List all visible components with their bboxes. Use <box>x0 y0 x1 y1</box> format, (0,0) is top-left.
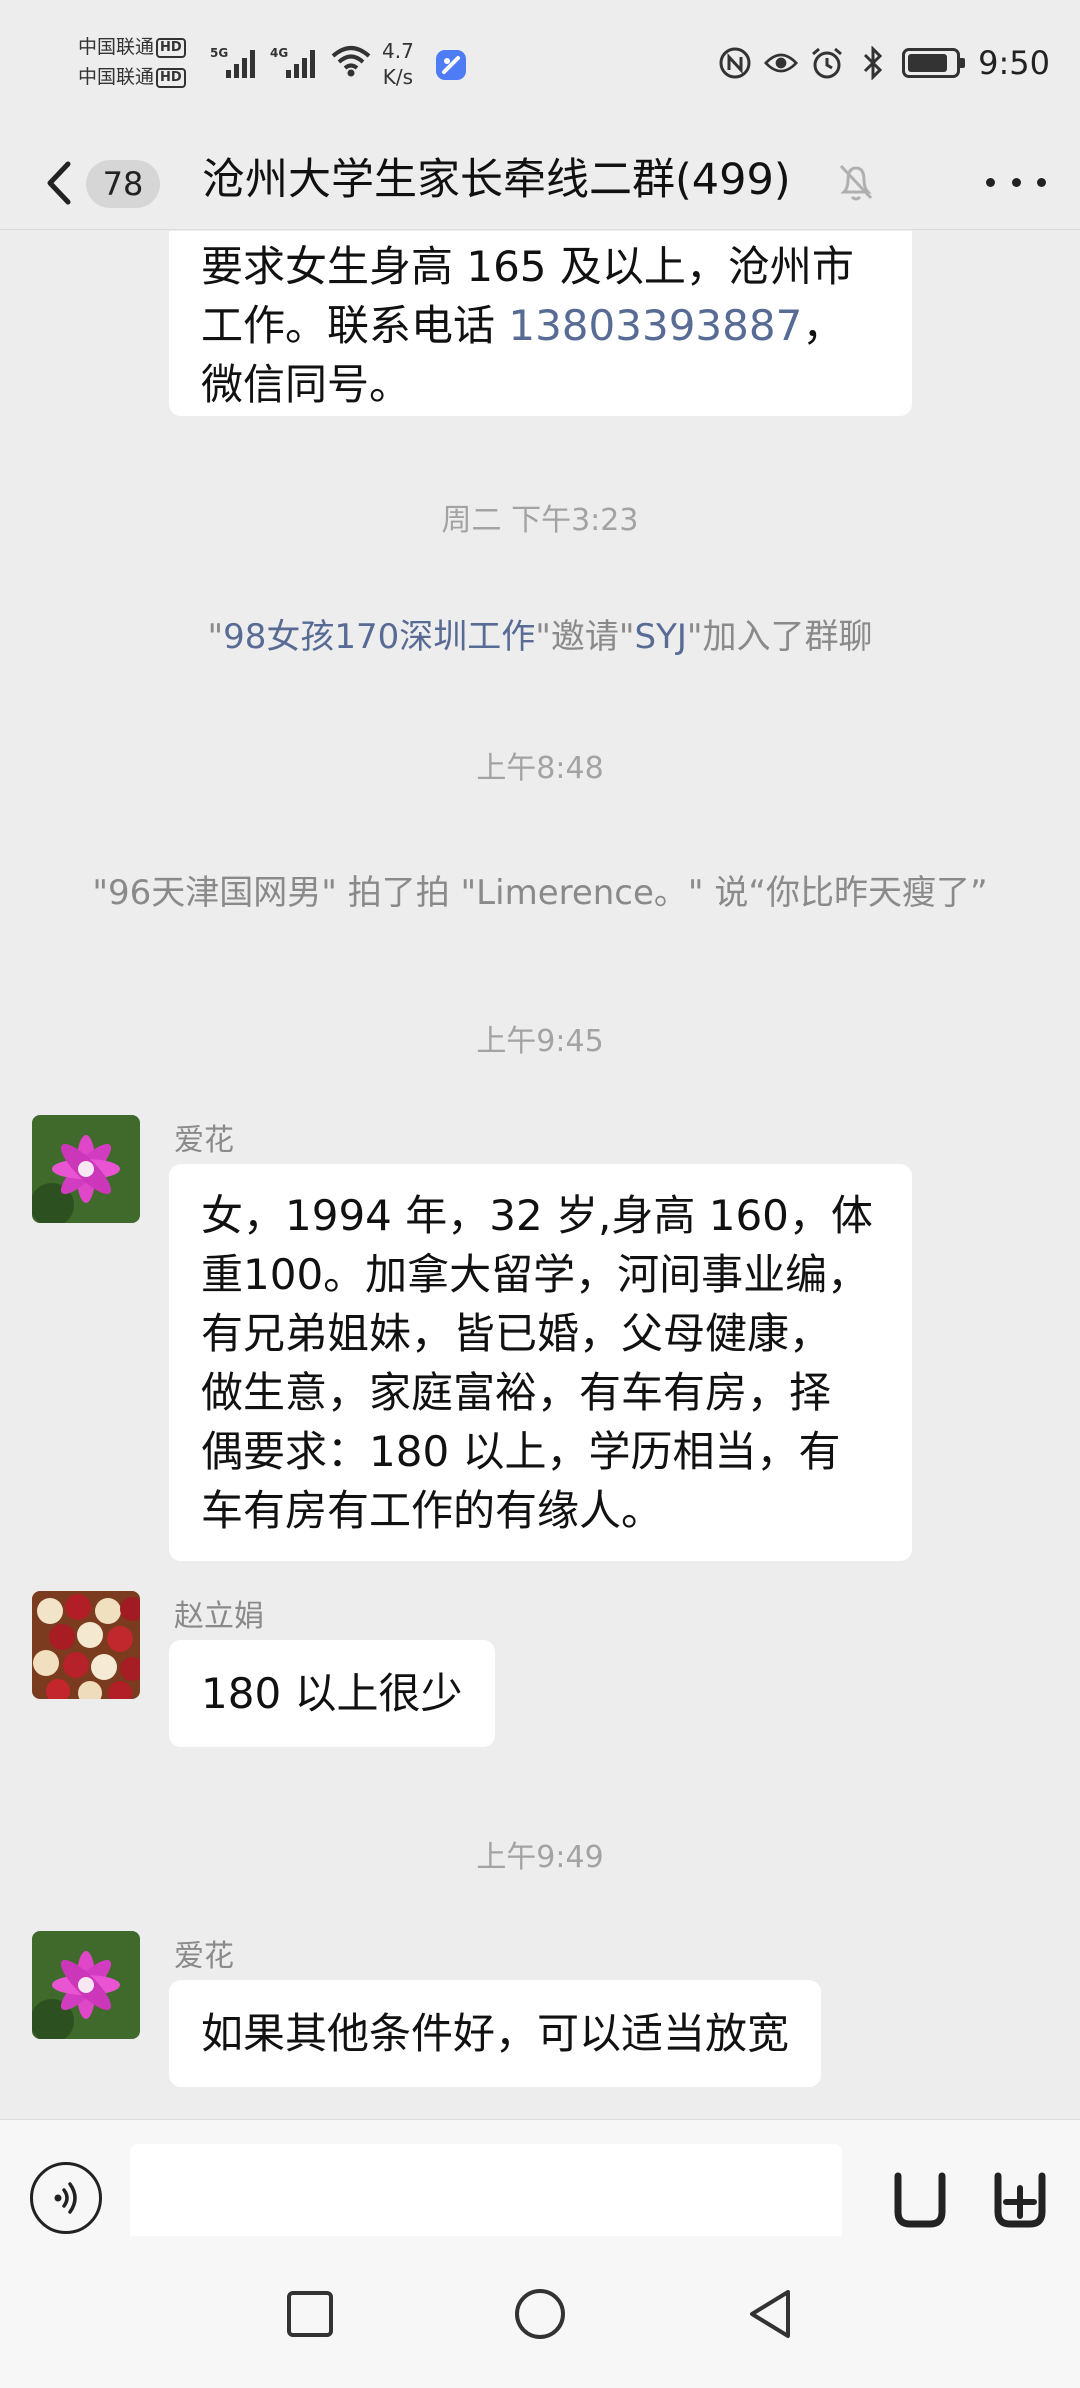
message-line: 重100。加拿大留学，河间事业编， <box>201 1250 870 1299</box>
battery-icon <box>902 48 966 78</box>
message-line: 女，1994 年，32 岁,身高 160，体 <box>201 1191 873 1240</box>
message-text: ， <box>802 301 845 350</box>
message-line: 工作。联系电话 13803393887， <box>201 296 880 355</box>
more-dot-icon <box>1037 177 1046 187</box>
message-input[interactable] <box>130 2144 842 2250</box>
home-circle-icon[interactable] <box>512 2286 568 2342</box>
avatar[interactable] <box>32 1931 140 2039</box>
sys-text: "邀请" <box>535 617 635 657</box>
message-bubble[interactable]: 如果其他条件好，可以适当放宽 <box>169 1980 822 2087</box>
sender-name: 爱花 <box>174 1123 234 1158</box>
sender-name: 爱花 <box>174 1939 234 1974</box>
network-speed: 4.7 K/s <box>382 38 414 90</box>
carrier-info: 中国联通 HD 中国联通 HD <box>78 32 186 92</box>
hd-badge-2: HD <box>156 67 186 88</box>
net-speed-unit: K/s <box>382 65 414 89</box>
hd-badge-1: HD <box>156 37 186 58</box>
back-triangle-icon[interactable] <box>742 2286 798 2342</box>
message-text: 工作。联系电话 <box>201 301 509 350</box>
emoji-icon[interactable] <box>884 2158 956 2238</box>
alarm-icon <box>810 46 844 80</box>
input-bar <box>0 2119 1080 2250</box>
message-line: 要求女生身高 165 及以上，沧州市 <box>201 242 854 291</box>
mute-bell-icon <box>839 164 873 201</box>
sys-text: " <box>207 617 224 657</box>
message-text: 180 以上很少 <box>201 1669 463 1718</box>
flower-avatar-icon <box>32 1115 140 1223</box>
signal-icon-2: 4G <box>270 40 326 80</box>
message-bubble[interactable]: 女，1994 年，32 岁,身高 160，体 重100。加拿大留学，河间事业编，… <box>169 1164 912 1561</box>
system-message-invite: "98女孩170深圳工作"邀请"SYJ"加入了群聊 <box>0 609 1080 658</box>
more-dot-icon <box>1011 177 1021 187</box>
system-message-pat: "96天津国网男" 拍了拍 "Limerence。" 说“你比昨天瘦了” <box>92 873 988 913</box>
message-line: 有兄弟姐妹，皆已婚，父母健康， <box>201 1309 832 1358</box>
avatar[interactable] <box>32 1591 140 1699</box>
flower-avatar-icon <box>32 1931 140 2039</box>
message-line: 做生意，家庭富裕，有车有房，择 <box>201 1368 832 1417</box>
carrier-1: 中国联通 <box>78 36 155 58</box>
voice-wave-icon <box>54 2182 77 2214</box>
status-icons-right: 9:50 <box>718 38 1050 88</box>
timestamp: 上午9:45 <box>476 1024 604 1059</box>
net-speed-value: 4.7 <box>382 39 414 63</box>
message-text: 如果其他条件好，可以适当放宽 <box>201 2009 790 2058</box>
message-bubble[interactable]: 180 以上很少 <box>169 1640 495 1747</box>
more-dot-icon <box>986 177 995 187</box>
unread-count-badge[interactable]: 78 <box>86 160 160 208</box>
message-bubble[interactable]: 要求女生身高 165 及以上，沧州市 工作。联系电话 13803393887， … <box>169 231 912 416</box>
message-line: 微信同号。 <box>201 360 412 409</box>
timestamp: 上午9:49 <box>476 1840 604 1875</box>
bluetooth-icon <box>856 46 890 80</box>
message-line: 车有房有工作的有缘人。 <box>201 1486 664 1535</box>
avatar[interactable] <box>32 1115 140 1223</box>
inviter-name-link[interactable]: 98女孩170深圳工作 <box>223 617 535 657</box>
status-time: 9:50 <box>978 44 1050 82</box>
sender-name: 赵立娟 <box>174 1599 264 1634</box>
more-options-button[interactable] <box>986 160 1046 204</box>
more-functions-icon[interactable] <box>984 2158 1056 2238</box>
app-notification-icon <box>436 50 466 80</box>
phone-link[interactable]: 13803393887 <box>508 301 802 350</box>
message-list[interactable]: 要求女生身高 165 及以上，沧州市 工作。联系电话 13803393887， … <box>0 231 1080 2119</box>
nfc-icon <box>718 46 752 80</box>
invitee-name-link[interactable]: SYJ <box>635 617 687 657</box>
timestamp: 上午8:48 <box>476 751 604 786</box>
voice-input-button[interactable] <box>30 2162 102 2234</box>
status-bar: 中国联通 HD 中国联通 HD 5G 4G 4.7 K/s 9:50 <box>0 0 1080 130</box>
sys-text: "加入了群聊 <box>686 617 873 657</box>
wifi-icon <box>331 46 371 77</box>
timestamp: 周二 下午3:23 <box>441 503 639 538</box>
chat-header: 78 沧州大学生家长牵线二群(499) <box>0 130 1080 230</box>
bouquet-avatar-icon <box>32 1591 140 1699</box>
carrier-2: 中国联通 <box>78 66 155 88</box>
signal-icon-1: 5G <box>210 40 266 80</box>
message-line: 偶要求：180 以上，学历相当，有 <box>201 1427 841 1476</box>
recent-apps-square-icon[interactable] <box>282 2286 338 2342</box>
system-navigation-bar <box>0 2236 1080 2388</box>
back-icon[interactable] <box>40 158 80 208</box>
eye-icon <box>764 46 799 80</box>
chat-title: 沧州大学生家长牵线二群(499) <box>202 155 791 205</box>
